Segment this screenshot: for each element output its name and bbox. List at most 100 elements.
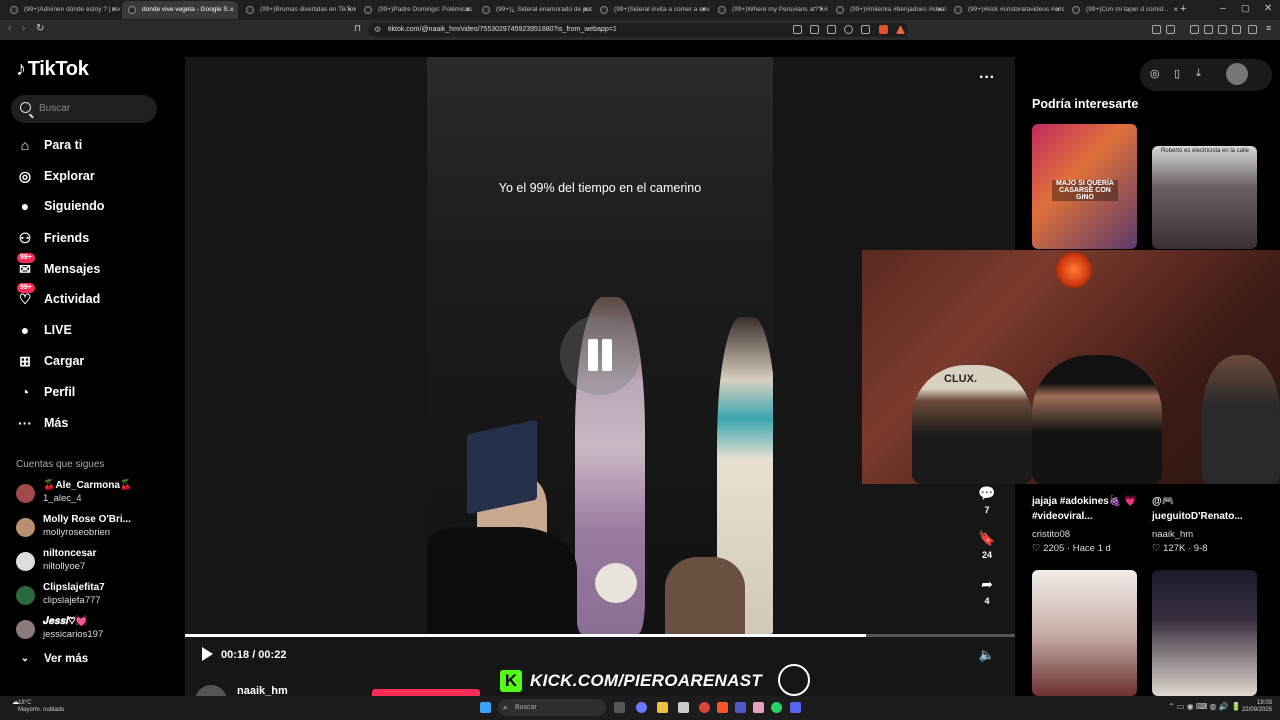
browser-tab[interactable]: (99+)Con mi taper d comid... × <box>1066 1 1182 19</box>
see-more-button[interactable]: ⌄ Ver más <box>16 648 176 670</box>
comment-action[interactable]: 💬 7 <box>975 485 999 515</box>
bookmark-icon[interactable]: 🔖 <box>975 530 999 547</box>
app-icon[interactable] <box>753 702 764 713</box>
sidebar-toggle-icon[interactable] <box>1204 25 1213 34</box>
nav-item-avatar[interactable]: ● Siguiendo <box>16 195 176 217</box>
tiktok-logo[interactable]: ♪ TikTok <box>16 58 89 81</box>
follow-button[interactable] <box>372 689 480 696</box>
recommendation-thumb[interactable]: MAJO SI QUERÍA CASARSE CON GINO <box>1032 124 1137 249</box>
start-icon[interactable] <box>480 702 491 713</box>
browser-tab[interactable]: (99+)Padre Domingo: Polémicas y... × <box>358 1 474 19</box>
browser-tab[interactable]: (99+)Bromas divertidas en TikTok... × <box>240 1 356 19</box>
phone-icon[interactable]: ▯ <box>1174 67 1180 80</box>
system-clock[interactable]: 19:03 22/09/2025 <box>1234 700 1272 714</box>
taskbar-search[interactable]: ⌕ Buscar <box>498 699 606 716</box>
following-account[interactable]: Clipslajefita7 clipslajefa777 <box>16 581 176 611</box>
play-icon[interactable] <box>202 647 213 661</box>
forward-icon[interactable]: › <box>22 23 25 34</box>
media-icon[interactable] <box>1190 25 1199 34</box>
close-tab-icon[interactable]: × <box>111 1 116 19</box>
copilot-icon[interactable] <box>636 702 647 713</box>
store-icon[interactable] <box>678 702 689 713</box>
weather-widget[interactable]: 18°C Mayorm. nublado <box>18 700 64 714</box>
close-tab-icon[interactable]: × <box>1173 1 1178 19</box>
maximize-button[interactable]: ▢ <box>1241 3 1250 14</box>
extension-icon[interactable] <box>1232 25 1241 34</box>
user-avatar[interactable] <box>1226 63 1248 85</box>
extension-icon[interactable] <box>827 25 836 34</box>
volume-icon[interactable]: 🔈 <box>979 647 995 663</box>
recommendation-author[interactable]: naaik_hm <box>1152 528 1193 541</box>
recommendation-thumb[interactable]: Roberto es electricista en la calle <box>1152 146 1257 249</box>
video-frame[interactable]: Yo el 99% del tiempo en el camerino <box>427 57 773 634</box>
search-input[interactable]: Buscar <box>11 95 157 123</box>
recommendation-thumb[interactable] <box>1152 570 1257 696</box>
task-view-icon[interactable] <box>614 702 625 713</box>
nav-item-live[interactable]: ● LIVE <box>16 319 176 341</box>
close-window-button[interactable]: ✕ <box>1264 3 1272 14</box>
rewards-icon[interactable] <box>896 25 905 34</box>
browser-tab[interactable]: (99+)¿ Sideral enamorado de pati... × <box>476 1 592 19</box>
share-icon[interactable]: ➦ <box>975 576 999 593</box>
extension-icon[interactable] <box>1152 25 1161 34</box>
pause-icon[interactable] <box>560 315 640 395</box>
browser-tab[interactable]: (99+)#milenka #benjadoes #ideal... × <box>830 1 946 19</box>
nav-item-home[interactable]: ⌂ Para ti <box>16 134 176 156</box>
close-tab-icon[interactable]: × <box>465 1 470 19</box>
chrome-icon[interactable] <box>699 702 710 713</box>
close-tab-icon[interactable]: × <box>937 1 942 19</box>
recommendation-caption[interactable]: jajaja #adokines🍇 💗#videoviral... <box>1032 494 1142 524</box>
nav-item-activity[interactable]: ♡ 99+ Actividad <box>16 283 176 310</box>
brave-shield-icon[interactable] <box>879 25 888 34</box>
following-account[interactable]: 🍒Ale_Carmona🍒 1_alec_4 <box>16 479 176 509</box>
discord-icon[interactable] <box>790 702 801 713</box>
extension-icon[interactable] <box>1166 25 1175 34</box>
author-name[interactable]: naaik_hm <box>237 685 288 696</box>
nav-item-profile[interactable]: ◔ Perfil <box>16 381 176 403</box>
wallet-icon[interactable] <box>1248 25 1257 34</box>
close-tab-icon[interactable]: × <box>583 1 588 19</box>
close-tab-icon[interactable]: × <box>701 1 706 19</box>
menu-icon[interactable]: ≡ <box>1266 23 1271 33</box>
whatsapp-icon[interactable] <box>771 702 782 713</box>
file-explorer-icon[interactable] <box>657 702 668 713</box>
comment-icon[interactable]: 💬 <box>975 485 999 502</box>
author-avatar[interactable] <box>195 685 227 696</box>
following-account[interactable]: 𝑱𝒆𝒔𝒔𝒊♡💓 jessicarios197 <box>16 615 176 645</box>
bookmark-page-icon[interactable]: ⊓ <box>354 23 361 34</box>
recommendation-caption[interactable]: @🎮 jueguitoD'Renato... <box>1152 494 1262 524</box>
nav-item-upload[interactable]: ⊞ Cargar <box>16 350 176 372</box>
close-tab-icon[interactable]: × <box>347 1 352 19</box>
bookmark-action[interactable]: 🔖 24 <box>975 530 999 560</box>
zoom-icon[interactable] <box>844 25 853 34</box>
share-action[interactable]: ➦ 4 <box>975 576 999 606</box>
close-tab-icon[interactable]: × <box>819 1 824 19</box>
browser-tab[interactable]: (99+)Adivinen dónde estoy ? | riso × <box>4 1 120 19</box>
nav-item-friends[interactable]: ⚇ Friends <box>16 227 176 249</box>
minimize-button[interactable]: – <box>1220 3 1226 14</box>
browser-tab[interactable]: donde vive vegeta - Google S... × <box>122 1 238 19</box>
following-account[interactable]: Molly Rose O'Bri... mollyroseobrien <box>16 513 176 543</box>
more-options-icon[interactable]: ··· <box>979 69 995 87</box>
nav-item-message[interactable]: ✉ 99+ Mensajes <box>16 253 176 280</box>
close-tab-icon[interactable]: × <box>229 1 234 19</box>
close-tab-icon[interactable]: × <box>1055 1 1060 19</box>
recommendation-author[interactable]: cristito08 <box>1032 528 1070 541</box>
tray-icons[interactable]: ⌃ ▭ ◉ ⌨ ◍ 🔊 🔋 <box>1168 702 1241 711</box>
browser-tab[interactable]: (99+)Where my Peruvians at?? #p... × <box>712 1 828 19</box>
recommendation-thumb[interactable] <box>1032 570 1137 696</box>
following-account[interactable]: niltoncesar niltollyoe7 <box>16 547 176 577</box>
nav-item-compass[interactable]: ◎ Explorar <box>16 165 176 187</box>
teams-icon[interactable] <box>735 702 746 713</box>
compass-icon[interactable]: ◎ <box>1150 67 1160 80</box>
brave-icon[interactable] <box>717 702 728 713</box>
site-info-icon[interactable]: ⚙ <box>374 23 381 37</box>
download-icon[interactable]: ⤓ <box>1196 67 1201 80</box>
reload-icon[interactable]: ↻ <box>36 23 44 34</box>
back-icon[interactable]: ‹ <box>8 23 11 34</box>
extension-icon[interactable] <box>1218 25 1227 34</box>
extension-icon[interactable] <box>810 25 819 34</box>
share-page-icon[interactable] <box>861 25 870 34</box>
nav-item-more[interactable]: ··· Más <box>16 412 176 434</box>
browser-tab[interactable]: (99+)Sideral invita a comer a envi... × <box>594 1 710 19</box>
